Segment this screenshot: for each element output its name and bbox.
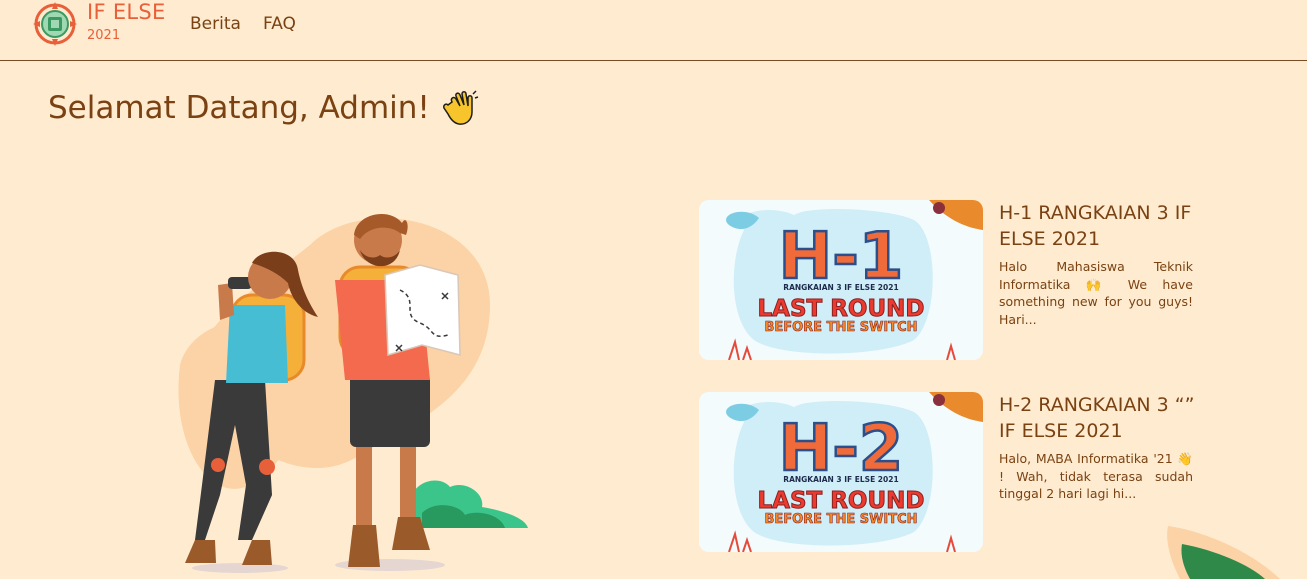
brand-year: 2021	[87, 28, 121, 43]
thumbnail-headline: LAST ROUND	[758, 488, 925, 514]
hikers-with-map-illustration	[160, 195, 540, 579]
thumbnail-headline: LAST ROUND	[758, 296, 925, 322]
news-card[interactable]: H-2 RANGKAIAN 3 IF ELSE 2021 LAST ROUND …	[699, 392, 1199, 552]
thumbnail-subtitle: RANGKAIAN 3 IF ELSE 2021	[783, 475, 898, 484]
thumbnail-subheadline: BEFORE THE SWITCH	[764, 512, 917, 527]
nav-link-faq[interactable]: FAQ	[263, 14, 296, 34]
waving-hand-icon	[440, 88, 480, 128]
news-excerpt: Halo Mahasiswa Teknik Informatika 🙌 We h…	[999, 259, 1193, 327]
news-title[interactable]: H-1 RANGKAIAN 3 IF ELSE 2021	[999, 200, 1199, 252]
compass-chip-logo-icon[interactable]	[30, 1, 80, 47]
navbar: IF ELSE 2021 Berita FAQ	[0, 0, 1307, 61]
news-thumbnail[interactable]: H-1 RANGKAIAN 3 IF ELSE 2021 LAST ROUND …	[699, 200, 983, 360]
news-title[interactable]: H-2 RANGKAIAN 3 “” IF ELSE 2021	[999, 392, 1199, 444]
news-card[interactable]: H-1 RANGKAIAN 3 IF ELSE 2021 LAST ROUND …	[699, 200, 1199, 360]
thumbnail-subheadline: BEFORE THE SWITCH	[764, 320, 917, 335]
nav-link-berita[interactable]: Berita	[190, 14, 241, 34]
brand-title[interactable]: IF ELSE	[87, 0, 166, 24]
news-excerpt: Halo, MABA Informatika '21 👋 ! Wah, tida…	[999, 451, 1193, 501]
welcome-heading: Selamat Datang, Admin!	[48, 88, 480, 128]
news-thumbnail[interactable]: H-2 RANGKAIAN 3 IF ELSE 2021 LAST ROUND …	[699, 392, 983, 552]
leaf-decoration-icon	[1160, 520, 1307, 579]
welcome-text: Selamat Datang, Admin!	[48, 90, 430, 126]
thumbnail-subtitle: RANGKAIAN 3 IF ELSE 2021	[783, 283, 898, 292]
